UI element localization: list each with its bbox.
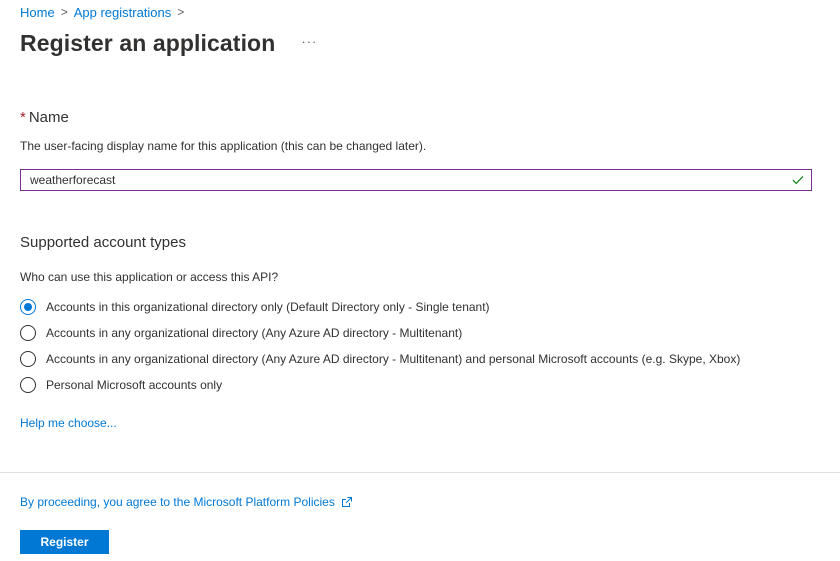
breadcrumb-separator: >	[177, 4, 185, 19]
name-input[interactable]	[21, 170, 791, 190]
radio-single-tenant[interactable]: Accounts in this organizational director…	[20, 294, 740, 320]
breadcrumb-home-link[interactable]: Home	[20, 5, 55, 20]
external-link-icon	[341, 496, 353, 508]
title-row: Register an application ···	[20, 30, 317, 57]
breadcrumb-separator: >	[60, 4, 68, 19]
help-me-choose-link[interactable]: Help me choose...	[20, 416, 117, 430]
radio-label: Accounts in this organizational director…	[46, 300, 490, 314]
register-app-page: Home > App registrations > Register an a…	[0, 0, 840, 561]
name-field-label: * Name	[20, 109, 69, 126]
radio-multitenant-personal[interactable]: Accounts in any organizational directory…	[20, 346, 740, 372]
radio-label: Personal Microsoft accounts only	[46, 378, 223, 392]
footer-divider	[0, 472, 840, 473]
page-title: Register an application	[20, 30, 276, 56]
account-types-heading: Supported account types	[20, 234, 186, 251]
account-types-radio-group: Accounts in this organizational director…	[20, 294, 740, 398]
register-button[interactable]: Register	[20, 530, 109, 554]
account-types-question: Who can use this application or access t…	[20, 270, 279, 284]
radio-multitenant[interactable]: Accounts in any organizational directory…	[20, 320, 740, 346]
name-description: The user-facing display name for this ap…	[20, 139, 427, 153]
breadcrumb-app-registrations-link[interactable]: App registrations	[74, 5, 172, 20]
required-indicator: *	[20, 109, 26, 126]
radio-button[interactable]	[20, 377, 36, 393]
platform-policies-link[interactable]: By proceeding, you agree to the Microsof…	[20, 495, 353, 509]
radio-button[interactable]	[20, 325, 36, 341]
breadcrumb: Home > App registrations >	[20, 4, 190, 21]
radio-button[interactable]	[20, 351, 36, 367]
radio-personal-only[interactable]: Personal Microsoft accounts only	[20, 372, 740, 398]
radio-label: Accounts in any organizational directory…	[46, 326, 463, 340]
more-options-button[interactable]: ···	[301, 34, 317, 49]
name-input-container	[20, 169, 812, 191]
name-label-text: Name	[28, 109, 69, 126]
checkmark-icon	[791, 173, 805, 187]
policy-text: By proceeding, you agree to the Microsof…	[20, 495, 335, 509]
radio-label: Accounts in any organizational directory…	[46, 352, 741, 366]
radio-button-checked[interactable]	[20, 299, 36, 315]
